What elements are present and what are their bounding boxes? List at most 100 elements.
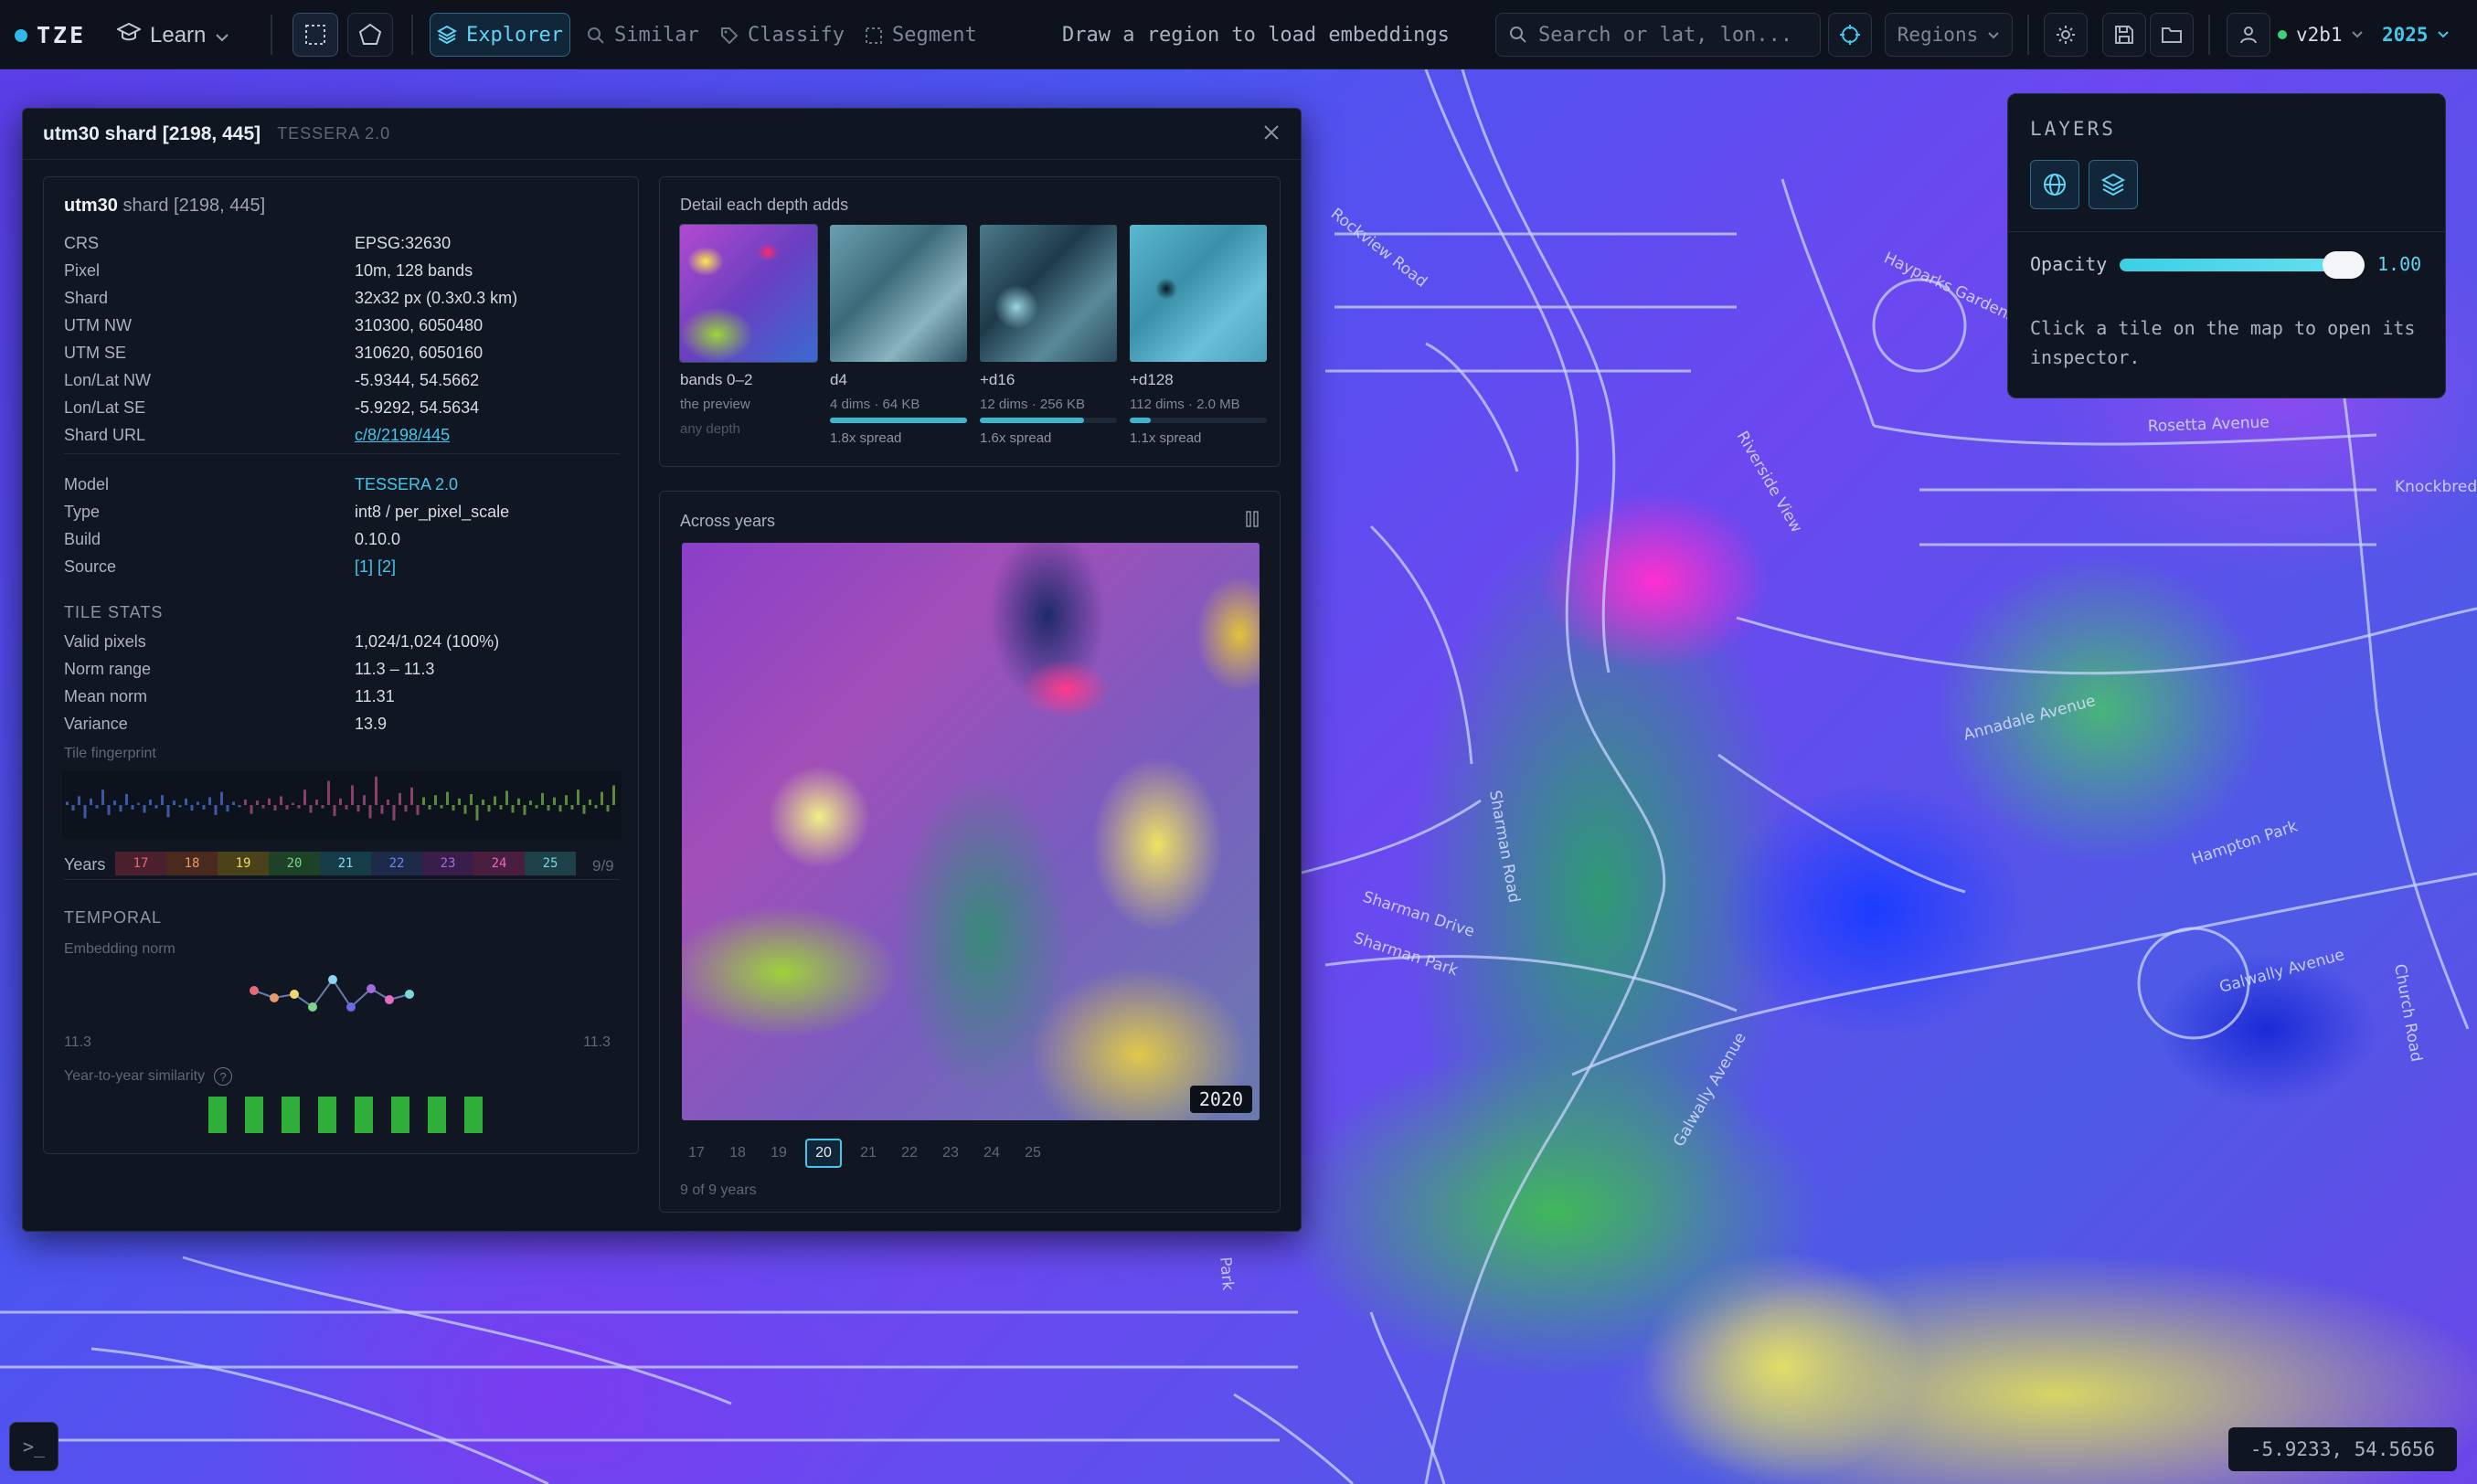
rectangle-select-button[interactable] [292,13,338,57]
chevron-down-icon [2437,31,2449,38]
year-tab[interactable]: 23 [936,1139,965,1168]
explorer-tab[interactable]: Explorer [430,13,570,57]
year-label: 2025 [2382,24,2429,46]
help-icon[interactable]: ? [214,1067,233,1086]
year-chip[interactable]: 24 [473,852,525,875]
info-key: Type [64,503,101,521]
console-button[interactable]: >_ [9,1422,58,1471]
fingerprint-bar [161,795,164,805]
year-tab[interactable]: 18 [723,1139,752,1168]
svg-text:Hampton Park: Hampton Park [2189,817,2300,868]
fingerprint-bar [458,798,461,805]
year-chip[interactable]: 25 [525,852,576,875]
depth-detail: 112 dims · 2.0 MB [1130,397,1240,412]
regions-dropdown[interactable]: Regions [1885,13,2013,57]
year-selector[interactable]: 2025 [2382,24,2449,46]
info-value: 310620, 6050160 [355,344,484,362]
depth-spread-fill [830,418,967,423]
open-folder-button[interactable] [2150,13,2194,57]
info-value: EPSG:32630 [355,234,452,252]
theme-toggle-button[interactable] [2044,13,2088,57]
years-count-label: 9 of 9 years [680,1182,757,1198]
year-tab[interactable]: 25 [1018,1139,1047,1168]
year-chip[interactable]: 23 [422,852,473,875]
info-value[interactable]: [1] [2] [355,557,396,577]
fingerprint-bar [166,805,170,818]
svg-text:Riverside View: Riverside View [1733,429,1806,536]
layers-icon [2100,173,2126,196]
embedding-layer-button[interactable] [2089,160,2138,209]
info-row: Valid pixels 1,024/1,024 (100%) [64,632,499,652]
chevron-down-icon [2351,31,2363,38]
segment-tab[interactable]: Segment [865,24,977,47]
year-chip[interactable]: 20 [269,852,320,875]
fingerprint-bar [565,795,568,805]
year-tab[interactable]: 21 [854,1139,883,1168]
fingerprint-bar [101,790,104,805]
locate-button[interactable] [1828,13,1872,57]
brand-dot-icon [15,28,27,42]
fingerprint-bar [399,792,401,805]
info-row: UTM NW 310300, 6050480 [64,316,483,335]
version-selector[interactable]: v2b1 [2278,24,2363,46]
depth-spread: 1.6x spread [980,430,1052,446]
fingerprint-bar [107,805,111,815]
year-chip[interactable]: 18 [166,852,218,875]
info-row: CRS EPSG:32630 [64,234,451,253]
depth-item[interactable]: d4 4 dims · 64 KB 1.8x spread [830,225,967,453]
close-icon[interactable] [1262,123,1281,146]
year-tab[interactable]: 22 [895,1139,924,1168]
fingerprint-bar [601,791,603,805]
polygon-select-button[interactable] [347,13,393,57]
save-button[interactable] [2102,13,2146,57]
info-row: Variance 13.9 [64,715,387,734]
opacity-slider[interactable] [2120,251,2365,279]
fingerprint-bar [71,805,75,811]
search-input[interactable]: Search or lat, lon... [1495,13,1821,57]
years-strip: 17 18 19 20 21 22 23 24 25 [115,852,576,875]
depth-item[interactable]: +d16 12 dims · 256 KB 1.6x spread [980,225,1117,453]
fingerprint-bar [392,805,396,821]
similarity-bar [318,1097,336,1133]
info-value[interactable]: c/8/2198/445 [355,426,450,445]
pause-icon[interactable] [1245,510,1260,533]
info-value[interactable]: TESSERA 2.0 [355,475,458,494]
depth-item[interactable]: bands 0–2 the preview any depth [679,224,818,453]
norm-min: 11.3 [64,1034,91,1050]
year-chip[interactable]: 17 [115,852,166,875]
fingerprint-bar [202,805,206,810]
slider-thumb[interactable] [2323,251,2365,279]
year-tab[interactable]: 19 [764,1139,793,1168]
fingerprint-bar [131,805,134,810]
info-row: Shard 32x32 px (0.3x0.3 km) [64,289,517,308]
layers-icon [437,25,458,45]
similarity-bars [208,1097,483,1133]
fingerprint-bar [220,791,223,805]
year-chip[interactable]: 19 [218,852,269,875]
divider [271,15,272,55]
divider [2008,231,2445,232]
account-button[interactable] [2227,13,2270,57]
year-embedding-image[interactable]: 2020 [682,543,1260,1120]
fingerprint-bar [226,805,229,812]
chevron-down-icon [1988,31,1999,38]
depth-item[interactable]: +d128 112 dims · 2.0 MB 1.1x spread [1130,225,1267,453]
learn-menu[interactable]: Learn [115,22,229,48]
similarity-bar [391,1097,409,1133]
fingerprint-bar [268,798,271,805]
year-chip[interactable]: 21 [320,852,371,875]
year-chip[interactable]: 22 [371,852,422,875]
fingerprint-bar [452,805,455,811]
year-tab[interactable]: 20 [805,1139,842,1168]
similar-tab[interactable]: Similar [587,24,699,47]
brand[interactable]: TZE [15,22,86,48]
sun-icon [2057,26,2075,44]
year-tab[interactable]: 17 [682,1139,711,1168]
svg-text:Sharman Road: Sharman Road [1485,789,1523,904]
year-tab[interactable]: 24 [977,1139,1006,1168]
info-key: Valid pixels [64,632,146,651]
fingerprint-bar [173,800,175,805]
basemap-layer-button[interactable] [2030,160,2079,209]
classify-tab[interactable]: Classify [720,24,845,47]
info-row: UTM SE 310620, 6050160 [64,344,483,363]
